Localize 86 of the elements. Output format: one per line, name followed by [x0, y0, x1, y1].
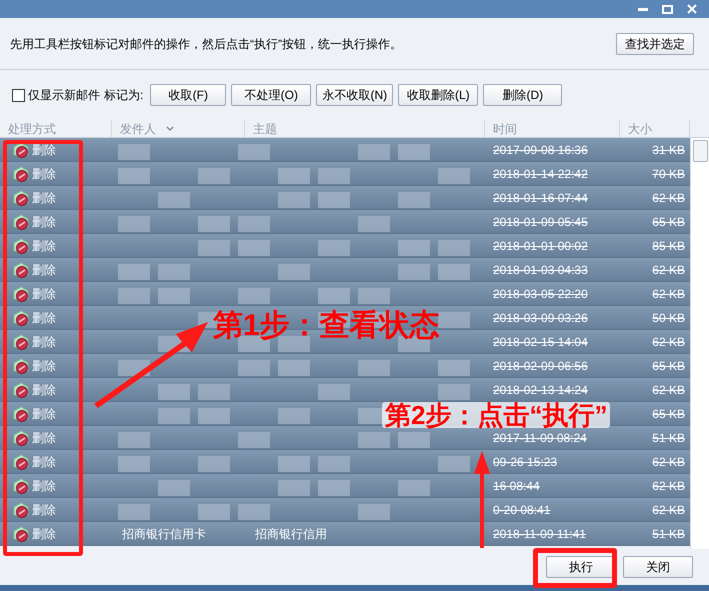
scrollbar[interactable] [690, 138, 709, 549]
time-cell: 2018-01-16 07:44 [493, 190, 588, 204]
time-cell: 2018-03-09 03:26 [493, 310, 588, 324]
close-icon[interactable] [687, 4, 697, 14]
action-label: 删除 [32, 454, 56, 470]
delete-mail-icon [12, 404, 30, 422]
delete-mail-icon [12, 452, 30, 470]
size-cell: 51 KB [652, 430, 685, 444]
delete-mail-icon [12, 164, 30, 182]
size-cell: 62 KB [652, 382, 685, 396]
maximize-icon[interactable] [662, 4, 673, 14]
delete-mail-icon [12, 356, 30, 374]
delete-mail-icon [12, 260, 30, 278]
delete-mail-icon [12, 380, 30, 398]
mark-button[interactable]: 删除(D) [483, 84, 562, 106]
time-cell: 2018-11-09 11:41 [493, 526, 586, 540]
delete-mail-icon [12, 524, 30, 542]
mark-as-label: 标记为: [104, 87, 144, 104]
find-select-button[interactable]: 查找并选定 [616, 32, 694, 54]
action-label: 删除 [32, 526, 56, 542]
mark-button[interactable]: 不处理(O) [231, 84, 312, 106]
minimize-icon[interactable] [638, 7, 648, 11]
delete-mail-icon [12, 236, 30, 254]
close-button[interactable]: 关闭 [623, 556, 693, 578]
action-label: 删除 [32, 502, 56, 518]
time-cell: 2018-02-13 14:24 [493, 382, 588, 396]
checkbox-label: 仅显示新邮件 [28, 87, 100, 104]
size-cell: 62 KB [652, 286, 685, 300]
size-cell: 31 KB [652, 142, 685, 156]
size-cell: 62 KB [652, 262, 685, 276]
action-label: 删除 [32, 142, 56, 158]
mark-button[interactable]: 收取(F) [150, 84, 226, 106]
delete-mail-icon [12, 188, 30, 206]
delete-mail-icon [12, 284, 30, 302]
delete-mail-icon [12, 332, 30, 350]
delete-mail-icon [12, 308, 30, 326]
delete-mail-icon [12, 500, 30, 518]
size-cell: 50 KB [652, 310, 685, 324]
action-label: 删除 [32, 166, 56, 182]
time-cell: 2017-11-09 08:24 [493, 430, 587, 444]
mark-button[interactable]: 永不收取(N) [316, 84, 394, 106]
time-cell: 2018-01-09 05:45 [493, 214, 588, 228]
action-label: 删除 [32, 190, 56, 206]
delete-mail-icon [12, 428, 30, 446]
action-label: 删除 [32, 430, 56, 446]
size-cell: 62 KB [652, 478, 685, 492]
time-cell: 2018-01-03 04:33 [493, 262, 588, 276]
annotation-text: 第1步：查看状态 [213, 308, 440, 344]
mark-button[interactable]: 收取删除(L) [398, 84, 478, 106]
table-cell: 招商银行信用 [255, 526, 327, 540]
action-label: 删除 [32, 262, 56, 278]
table-cell: 招商银行信用卡 [122, 526, 206, 540]
size-cell: 62 KB [652, 454, 685, 468]
time-cell: 2018-03-05 22:20 [493, 286, 588, 300]
size-cell: 51 KB [652, 526, 685, 540]
action-label: 删除 [32, 286, 56, 302]
size-cell: 62 KB [652, 190, 685, 204]
action-label: 删除 [32, 382, 56, 398]
time-cell: 16 08:44 [493, 478, 540, 492]
time-cell: 2018-02-15 14:04 [493, 334, 588, 348]
checkbox[interactable] [12, 88, 25, 102]
action-label: 删除 [32, 406, 56, 422]
action-label: 删除 [32, 214, 56, 230]
action-label: 删除 [32, 310, 56, 326]
action-label: 删除 [32, 334, 56, 350]
annotation-text: 第2步：点击“执行” [382, 402, 610, 428]
time-cell: 0-20 08:41 [493, 502, 550, 516]
sort-caret-icon[interactable] [166, 126, 174, 131]
size-cell: 85 KB [652, 238, 685, 252]
size-cell: 70 KB [652, 166, 685, 180]
size-cell: 62 KB [652, 502, 685, 516]
time-cell: 2018-02-09 06:56 [493, 358, 588, 372]
time-cell: 2017-09-08 16:36 [493, 142, 588, 156]
instruction-text: 先用工具栏按钮标记对邮件的操作，然后点击“执行”按钮，统一执行操作。 [10, 36, 402, 52]
delete-mail-icon [12, 476, 30, 494]
time-cell: 2018-01-14 22:42 [493, 166, 588, 180]
time-cell: 2018-01-01 00:02 [493, 238, 588, 252]
size-cell: 65 KB [652, 214, 685, 228]
action-label: 删除 [32, 238, 56, 254]
size-cell: 65 KB [652, 358, 685, 372]
action-label: 删除 [32, 358, 56, 374]
size-cell: 65 KB [652, 406, 685, 420]
size-cell: 62 KB [652, 334, 685, 348]
action-label: 删除 [32, 478, 56, 494]
time-cell: 09-26 15:23 [493, 454, 558, 468]
delete-mail-icon [12, 212, 30, 230]
